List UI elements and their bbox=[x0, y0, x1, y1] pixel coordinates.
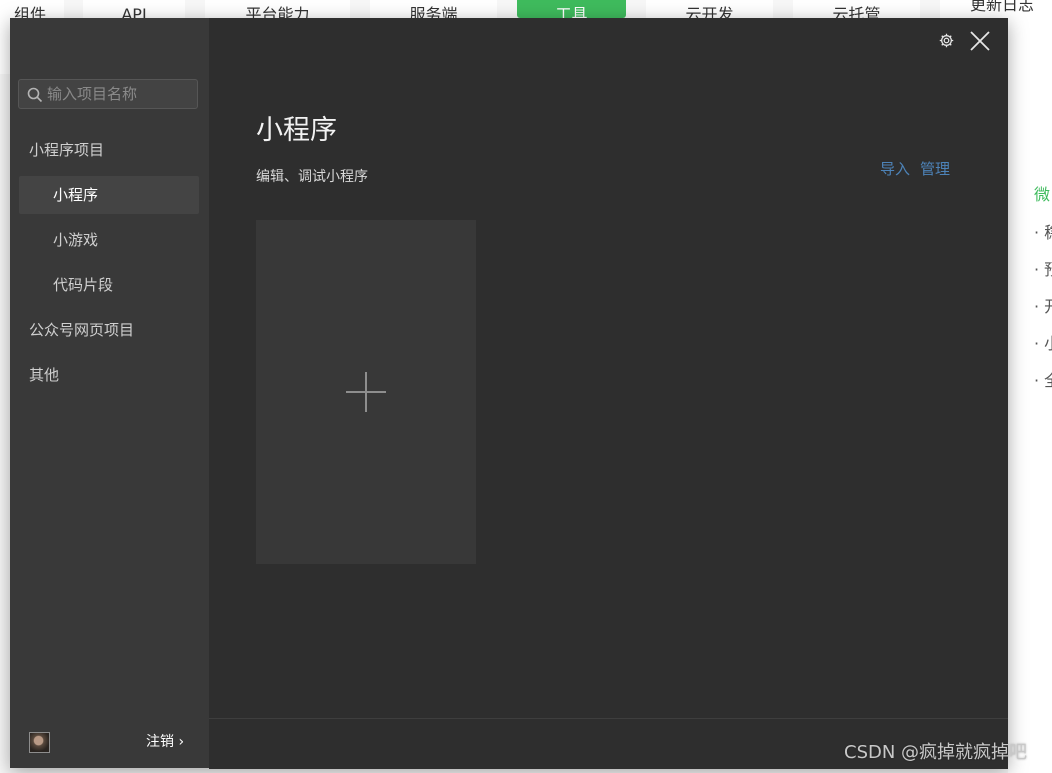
background-side-item[interactable]: · 预 bbox=[1034, 256, 1052, 280]
avatar[interactable] bbox=[29, 732, 50, 753]
sidebar-item-miniprogram-projects[interactable]: 小程序项目 bbox=[19, 131, 199, 169]
sidebar-item-official-account-web[interactable]: 公众号网页项目 bbox=[19, 311, 199, 349]
nav-tab-changelog[interactable]: 更新日志 bbox=[940, 0, 1052, 18]
sidebar-item-label: 其他 bbox=[29, 366, 60, 384]
background-side-item[interactable]: · 稳 bbox=[1034, 219, 1052, 243]
search-icon bbox=[27, 87, 43, 103]
sidebar-item-miniprogram[interactable]: 小程序 bbox=[19, 176, 199, 214]
sidebar-item-label: 公众号网页项目 bbox=[29, 321, 135, 339]
page-subtitle: 编辑、调试小程序 bbox=[256, 169, 368, 185]
gear-icon[interactable] bbox=[938, 32, 955, 49]
nav-tab-cloud-dev[interactable]: 云开发 bbox=[646, 0, 773, 18]
background-nav-bar: 组件 API 平台能力 服务端 工具 云开发 云托管 更新日志 bbox=[0, 0, 1052, 18]
logout-button[interactable]: 注销 › bbox=[146, 732, 184, 752]
sidebar-item-code-snippets[interactable]: 代码片段 bbox=[19, 266, 199, 304]
watermark: CSDN @疯掉就疯掉吧 bbox=[844, 742, 1028, 763]
background-right-panel bbox=[1008, 74, 1052, 773]
new-project-card[interactable] bbox=[256, 220, 476, 564]
nav-tab-tools[interactable]: 工具 bbox=[517, 0, 626, 18]
nav-tab-server[interactable]: 服务端 bbox=[370, 0, 497, 18]
project-actions: 导入 管理 bbox=[880, 159, 950, 179]
page-title: 小程序 bbox=[256, 115, 337, 146]
nav-tab-api[interactable]: API bbox=[83, 0, 185, 18]
sidebar-item-label: 小程序 bbox=[53, 186, 99, 204]
nav-tab-platform[interactable]: 平台能力 bbox=[205, 0, 350, 18]
background-side-item[interactable]: · 全 bbox=[1034, 367, 1052, 391]
project-dialog: 小程序项目 小程序 小游戏 代码片段 公众号网页项目 其他 注销 › 小程 bbox=[10, 18, 1008, 769]
project-search-input[interactable] bbox=[47, 84, 193, 104]
close-icon[interactable] bbox=[969, 30, 991, 52]
sidebar-item-label: 小程序项目 bbox=[29, 141, 105, 159]
nav-tab-cloud-hosting[interactable]: 云托管 bbox=[793, 0, 920, 18]
nav-tab-components[interactable]: 组件 bbox=[0, 0, 64, 18]
background-side-title: 微 bbox=[1034, 185, 1051, 204]
import-button[interactable]: 导入 bbox=[880, 160, 910, 178]
plus-icon bbox=[346, 372, 386, 412]
background-side-item[interactable]: · 小 bbox=[1034, 330, 1052, 354]
sidebar-footer: 注销 › bbox=[10, 718, 209, 768]
background-side-item[interactable]: · 开 bbox=[1034, 293, 1052, 317]
sidebar-item-label: 代码片段 bbox=[53, 276, 114, 294]
manage-button[interactable]: 管理 bbox=[920, 160, 950, 178]
sidebar-item-minigame[interactable]: 小游戏 bbox=[19, 221, 199, 259]
project-main-panel: 小程序 编辑、调试小程序 导入 管理 bbox=[209, 18, 1008, 769]
project-search-box[interactable] bbox=[18, 79, 198, 109]
project-sidebar: 小程序项目 小程序 小游戏 代码片段 公众号网页项目 其他 注销 › bbox=[10, 18, 209, 768]
sidebar-item-other[interactable]: 其他 bbox=[19, 356, 199, 394]
sidebar-item-label: 小游戏 bbox=[53, 231, 99, 249]
